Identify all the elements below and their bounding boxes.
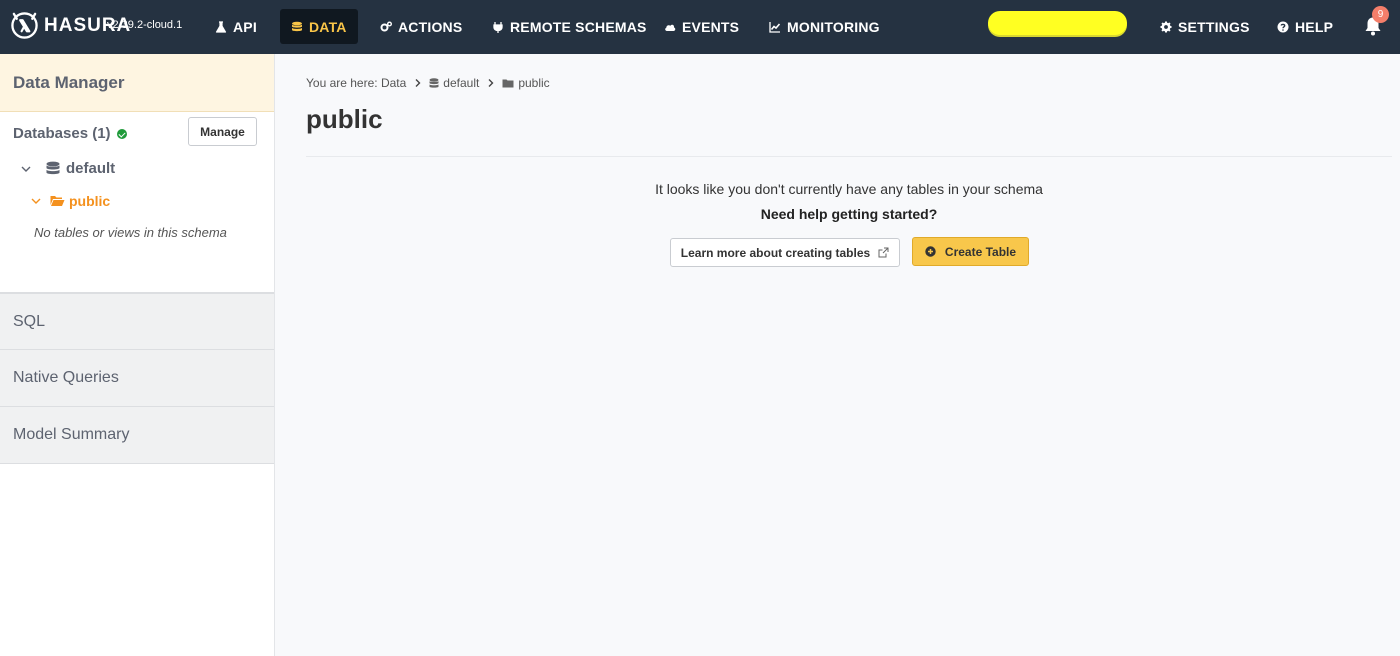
db-name-label: default bbox=[66, 160, 116, 177]
nav-events-label: EVENTS bbox=[682, 18, 740, 35]
nav-data[interactable]: DATA bbox=[280, 9, 358, 44]
sidebar-item-model-summary[interactable]: Model Summary bbox=[0, 406, 274, 464]
breadcrumb-default[interactable]: default bbox=[443, 76, 479, 90]
nav-events[interactable]: EVENTS bbox=[664, 9, 739, 44]
divider bbox=[306, 156, 1392, 157]
create-table-label: Create Table bbox=[944, 244, 1017, 259]
tree-item-default-db[interactable]: default bbox=[20, 160, 115, 177]
manage-button[interactable]: Manage bbox=[188, 117, 257, 146]
nav-data-label: DATA bbox=[309, 18, 347, 35]
learn-more-label: Learn more about creating tables bbox=[680, 245, 871, 260]
hasura-logo-icon bbox=[11, 12, 38, 39]
database-icon bbox=[46, 161, 60, 175]
database-icon bbox=[429, 77, 439, 88]
nav-api[interactable]: API bbox=[215, 9, 257, 44]
line-chart-icon bbox=[769, 21, 781, 33]
gear-icon bbox=[1160, 21, 1172, 32]
nav-help-label: HELP bbox=[1295, 18, 1334, 35]
top-navbar: HASURA v2.39.2-cloud.1 API DATA ACTIONS … bbox=[0, 0, 1400, 54]
plus-circle-icon bbox=[925, 246, 936, 257]
schema-name-label: public bbox=[69, 193, 111, 209]
version-label: v2.39.2-cloud.1 bbox=[107, 19, 183, 31]
nav-settings-label: SETTINGS bbox=[1178, 18, 1250, 35]
main-content: You are here: Data default public public… bbox=[276, 54, 1400, 656]
check-circle-icon bbox=[116, 128, 127, 139]
page-title: public bbox=[306, 104, 383, 134]
nav-actions-label: ACTIONS bbox=[398, 18, 463, 35]
databases-section: Databases (1) Manage default public No t… bbox=[0, 112, 274, 292]
breadcrumb-public[interactable]: public bbox=[518, 76, 549, 90]
chevron-down-icon[interactable] bbox=[20, 163, 32, 175]
flask-icon bbox=[215, 20, 227, 33]
nav-api-label: API bbox=[233, 18, 257, 35]
plug-icon bbox=[493, 21, 503, 33]
create-table-button[interactable]: Create Table bbox=[912, 237, 1029, 266]
empty-schema-note: No tables or views in this schema bbox=[34, 225, 227, 240]
nav-remote-schemas-label: REMOTE SCHEMAS bbox=[510, 18, 647, 35]
sidebar-header-data-manager[interactable]: Data Manager bbox=[0, 54, 274, 112]
empty-tables-message: It looks like you don't currently have a… bbox=[655, 181, 1043, 197]
external-link-icon bbox=[878, 247, 889, 258]
cloud-icon bbox=[665, 24, 676, 31]
notification-badge: 9 bbox=[1372, 6, 1389, 23]
cogs-icon bbox=[380, 21, 392, 31]
nav-monitoring-label: MONITORING bbox=[787, 18, 880, 35]
breadcrumb-data[interactable]: You are here: Data bbox=[306, 76, 406, 90]
folder-icon bbox=[502, 79, 514, 87]
sidebar-item-sql[interactable]: SQL bbox=[0, 292, 274, 350]
nav-monitoring[interactable]: MONITORING bbox=[769, 9, 880, 44]
nav-actions[interactable]: ACTIONS bbox=[380, 9, 462, 44]
databases-label: Databases (1) bbox=[13, 125, 111, 142]
database-icon bbox=[292, 21, 302, 31]
chevron-right-icon bbox=[488, 79, 494, 87]
learn-more-button[interactable]: Learn more about creating tables bbox=[670, 238, 900, 267]
databases-heading: Databases (1) bbox=[13, 125, 127, 142]
chevron-down-icon[interactable] bbox=[30, 195, 42, 207]
chevron-right-icon bbox=[415, 79, 421, 87]
help-heading: Need help getting started? bbox=[760, 206, 938, 222]
sidebar: Data Manager Databases (1) Manage defaul… bbox=[0, 54, 275, 656]
folder-open-icon bbox=[50, 196, 65, 206]
nav-remote-schemas[interactable]: REMOTE SCHEMAS bbox=[492, 9, 647, 44]
tree-item-public-schema[interactable]: public bbox=[30, 193, 110, 209]
breadcrumb: You are here: Data default public bbox=[306, 76, 550, 90]
nav-help[interactable]: HELP bbox=[1277, 9, 1333, 44]
question-circle-icon bbox=[1277, 21, 1289, 32]
nav-settings[interactable]: SETTINGS bbox=[1160, 9, 1250, 44]
highlight-marker bbox=[988, 11, 1127, 35]
sidebar-item-native-queries[interactable]: Native Queries bbox=[0, 349, 274, 407]
